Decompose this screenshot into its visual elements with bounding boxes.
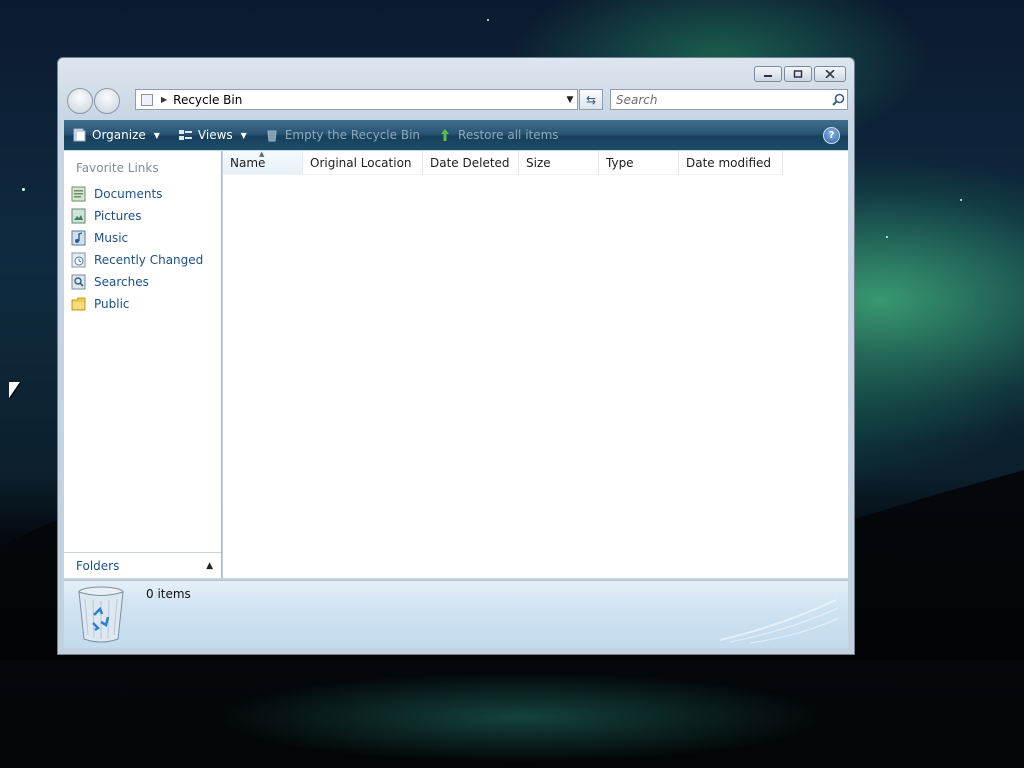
restore-arrow-icon xyxy=(441,129,450,141)
nav-item-label: Searches xyxy=(94,275,149,289)
column-header-name[interactable]: ▲ Name xyxy=(223,150,303,174)
search-icon[interactable] xyxy=(829,93,847,106)
recycle-bin-small-icon xyxy=(141,93,153,106)
column-header-original-location[interactable]: Original Location xyxy=(303,151,423,174)
nav-item-label: Pictures xyxy=(94,209,142,223)
public-folder-icon xyxy=(71,297,86,311)
back-button[interactable] xyxy=(67,88,93,114)
nav-item-label: Recently Changed xyxy=(94,253,204,267)
minimize-icon xyxy=(764,75,772,77)
address-dropdown-icon[interactable]: ▼ xyxy=(563,95,577,105)
navigation-pane: Favorite Links Documents Pictures Music … xyxy=(64,151,222,578)
recently-changed-icon xyxy=(71,252,86,268)
column-header-size[interactable]: Size xyxy=(519,151,599,174)
column-header-label: Original Location xyxy=(310,155,412,170)
desktop-lake-reflection xyxy=(120,655,920,768)
star xyxy=(22,188,25,191)
organize-dropdown-icon: ▼ xyxy=(153,130,160,140)
recycle-bin-icon xyxy=(78,586,124,643)
sort-ascending-icon: ▲ xyxy=(259,150,265,158)
star xyxy=(960,199,962,201)
nav-item-searches[interactable]: Searches xyxy=(71,271,203,293)
decorative-swoosh xyxy=(720,599,840,644)
pictures-icon xyxy=(71,208,86,224)
minimize-button[interactable] xyxy=(754,66,782,82)
item-count: 0 items xyxy=(146,587,191,601)
organize-icon xyxy=(73,128,86,142)
views-icon xyxy=(178,130,192,140)
views-dropdown-icon: ▼ xyxy=(240,130,247,140)
empty-recycle-bin-button[interactable]: Empty the Recycle Bin xyxy=(265,128,420,142)
column-header-date-deleted[interactable]: Date Deleted xyxy=(423,151,519,174)
details-pane: 0 items xyxy=(64,580,848,648)
explorer-window: ▶ Recycle Bin ▼ ⇆ Organize ▼ Views ▼ Emp… xyxy=(57,57,855,655)
nav-item-label: Documents xyxy=(94,187,163,201)
column-header-date-modified[interactable]: Date modified xyxy=(679,151,783,174)
search-input[interactable] xyxy=(611,91,829,108)
maximize-button[interactable] xyxy=(784,66,812,82)
star xyxy=(487,19,489,21)
help-icon[interactable]: ? xyxy=(823,127,840,144)
refresh-icon: ⇆ xyxy=(585,92,597,107)
close-icon xyxy=(825,70,835,78)
address-bar[interactable]: ▶ Recycle Bin ▼ xyxy=(135,89,578,110)
views-button[interactable]: Views ▼ xyxy=(178,128,247,142)
refresh-button[interactable]: ⇆ xyxy=(579,89,603,110)
command-bar: Organize ▼ Views ▼ Empty the Recycle Bin… xyxy=(64,120,848,150)
restore-all-items-label: Restore all items xyxy=(458,128,559,142)
column-header-label: Date modified xyxy=(686,155,772,170)
folders-toggle[interactable]: Folders ▲ xyxy=(64,552,221,578)
folders-label: Folders xyxy=(76,558,120,573)
column-header-label: Type xyxy=(606,155,634,170)
chevron-up-icon: ▲ xyxy=(206,560,213,571)
views-label: Views xyxy=(197,128,233,142)
organize-label: Organize xyxy=(92,128,146,142)
mouse-cursor xyxy=(9,382,20,398)
file-list-pane[interactable]: ▲ Name Original Location Date Deleted Si… xyxy=(223,150,848,578)
nav-item-pictures[interactable]: Pictures xyxy=(71,205,203,227)
nav-item-music[interactable]: Music xyxy=(71,227,203,249)
nav-item-label: Public xyxy=(94,297,130,311)
empty-bin-icon xyxy=(267,130,277,142)
nav-item-label: Music xyxy=(94,231,129,245)
organize-button[interactable]: Organize ▼ xyxy=(72,128,160,142)
music-icon xyxy=(71,230,86,246)
breadcrumb-arrow-icon[interactable]: ▶ xyxy=(161,95,167,104)
favorite-links-list: Documents Pictures Music Recently Change… xyxy=(71,183,203,315)
empty-recycle-bin-label: Empty the Recycle Bin xyxy=(284,128,421,142)
close-button[interactable] xyxy=(814,66,846,82)
caption-buttons xyxy=(754,66,846,82)
nav-item-public[interactable]: Public xyxy=(71,293,203,315)
restore-all-items-button[interactable]: Restore all items xyxy=(438,128,559,142)
address-text: Recycle Bin xyxy=(173,92,243,107)
favorite-links-heading: Favorite Links xyxy=(76,161,159,175)
forward-button[interactable] xyxy=(94,88,120,114)
nav-item-documents[interactable]: Documents xyxy=(71,183,203,205)
nav-item-recently-changed[interactable]: Recently Changed xyxy=(71,249,203,271)
column-header-label: Size xyxy=(526,155,551,170)
search-box[interactable] xyxy=(610,89,848,110)
column-header-label: Date Deleted xyxy=(430,155,510,170)
navigation-row: ▶ Recycle Bin ▼ ⇆ xyxy=(66,86,848,116)
documents-icon xyxy=(71,186,86,202)
searches-icon xyxy=(71,274,86,290)
star xyxy=(886,236,888,238)
maximize-icon xyxy=(793,70,803,78)
column-headers: ▲ Name Original Location Date Deleted Si… xyxy=(223,150,783,175)
column-header-type[interactable]: Type xyxy=(599,151,679,174)
